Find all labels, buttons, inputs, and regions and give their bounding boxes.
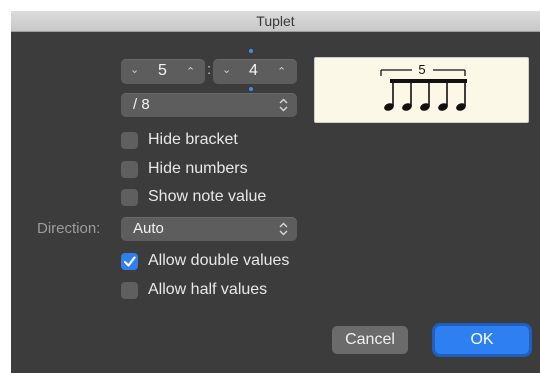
tuplet-preview: 5: [314, 57, 529, 123]
updown-chevron-icon: [279, 222, 288, 236]
increment-chevron-icon[interactable]: ⌃: [186, 65, 195, 78]
note-unit-value: / 8: [133, 96, 150, 113]
title-bar: Tuplet: [11, 11, 540, 32]
window-title: Tuplet: [256, 13, 295, 29]
numerator-value: 5: [158, 62, 167, 79]
show-note-value-label[interactable]: Show note value: [148, 188, 266, 206]
ratio-separator: :: [207, 61, 212, 78]
decrement-chevron-icon[interactable]: ⌄: [222, 63, 231, 76]
note-unit-popup[interactable]: / 8: [121, 93, 297, 117]
tuplet-dialog: Tuplet ⌄ 5 ⌃ : ⌄ 4 ⌃ / 8 Hide bracket Hi…: [11, 11, 540, 373]
focus-dot-icon: [249, 87, 253, 91]
note-group: [384, 80, 466, 111]
hide-bracket-checkbox[interactable]: [121, 132, 138, 149]
ok-button[interactable]: OK: [435, 326, 529, 354]
decrement-chevron-icon[interactable]: ⌄: [130, 63, 139, 76]
direction-popup[interactable]: Auto: [121, 217, 297, 241]
increment-chevron-icon[interactable]: ⌃: [277, 65, 286, 78]
denominator-stepper[interactable]: ⌄ 4 ⌃: [213, 59, 297, 84]
allow-double-values-label[interactable]: Allow double values: [148, 252, 289, 270]
hide-numbers-label[interactable]: Hide numbers: [148, 160, 248, 178]
allow-half-values-label[interactable]: Allow half values: [148, 281, 267, 299]
allow-double-values-checkbox[interactable]: [121, 253, 138, 270]
allow-half-values-checkbox[interactable]: [121, 282, 138, 299]
denominator-value: 4: [249, 62, 258, 79]
cancel-button[interactable]: Cancel: [332, 326, 408, 354]
numerator-stepper[interactable]: ⌄ 5 ⌃: [121, 59, 205, 84]
hide-numbers-checkbox[interactable]: [121, 161, 138, 178]
hide-bracket-label[interactable]: Hide bracket: [148, 131, 238, 149]
direction-label: Direction:: [37, 220, 101, 237]
show-note-value-checkbox[interactable]: [121, 189, 138, 206]
tuplet-number: 5: [418, 62, 425, 77]
checkmark-icon: [123, 256, 136, 267]
focus-dot-icon: [249, 49, 253, 53]
direction-value: Auto: [133, 220, 164, 237]
tuplet-notation-icon: 5: [380, 62, 467, 111]
updown-chevron-icon: [279, 98, 288, 112]
